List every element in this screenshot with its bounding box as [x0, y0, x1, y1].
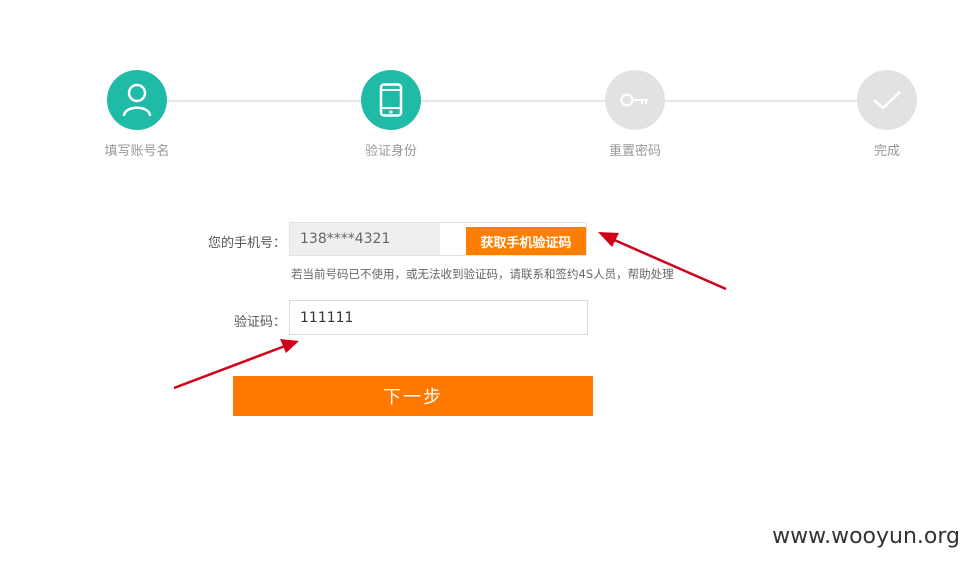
phone-field: 138****4321 获取手机验证码 [289, 222, 587, 256]
next-step-button[interactable]: 下一步 [233, 376, 593, 416]
phone-label: 您的手机号： [207, 236, 286, 251]
step-label: 验证身份 [364, 144, 417, 159]
help-hint: 若当前号码已不使用，或无法收到验证码，请联系和签约4S人员，帮助处理 [291, 267, 674, 281]
step-complete: 完成 [837, 70, 937, 159]
step-label: 填写账号名 [104, 144, 170, 159]
get-sms-code-button[interactable]: 获取手机验证码 [466, 227, 586, 255]
check-icon [857, 70, 917, 130]
verification-code-input[interactable] [289, 300, 588, 335]
steps-progress-line [137, 100, 887, 102]
key-icon [605, 70, 665, 130]
step-label: 完成 [873, 144, 900, 159]
step-verify-identity: 验证身份 [341, 70, 441, 159]
phone-value: 138****4321 [290, 223, 440, 255]
phone-icon [361, 70, 421, 130]
code-label: 验证码： [233, 315, 286, 330]
step-label: 重置密码 [608, 144, 661, 159]
step-reset-password: 重置密码 [585, 70, 685, 159]
watermark: www.wooyun.org [772, 524, 960, 549]
step-fill-account: 填写账号名 [87, 70, 187, 159]
user-icon [107, 70, 167, 130]
